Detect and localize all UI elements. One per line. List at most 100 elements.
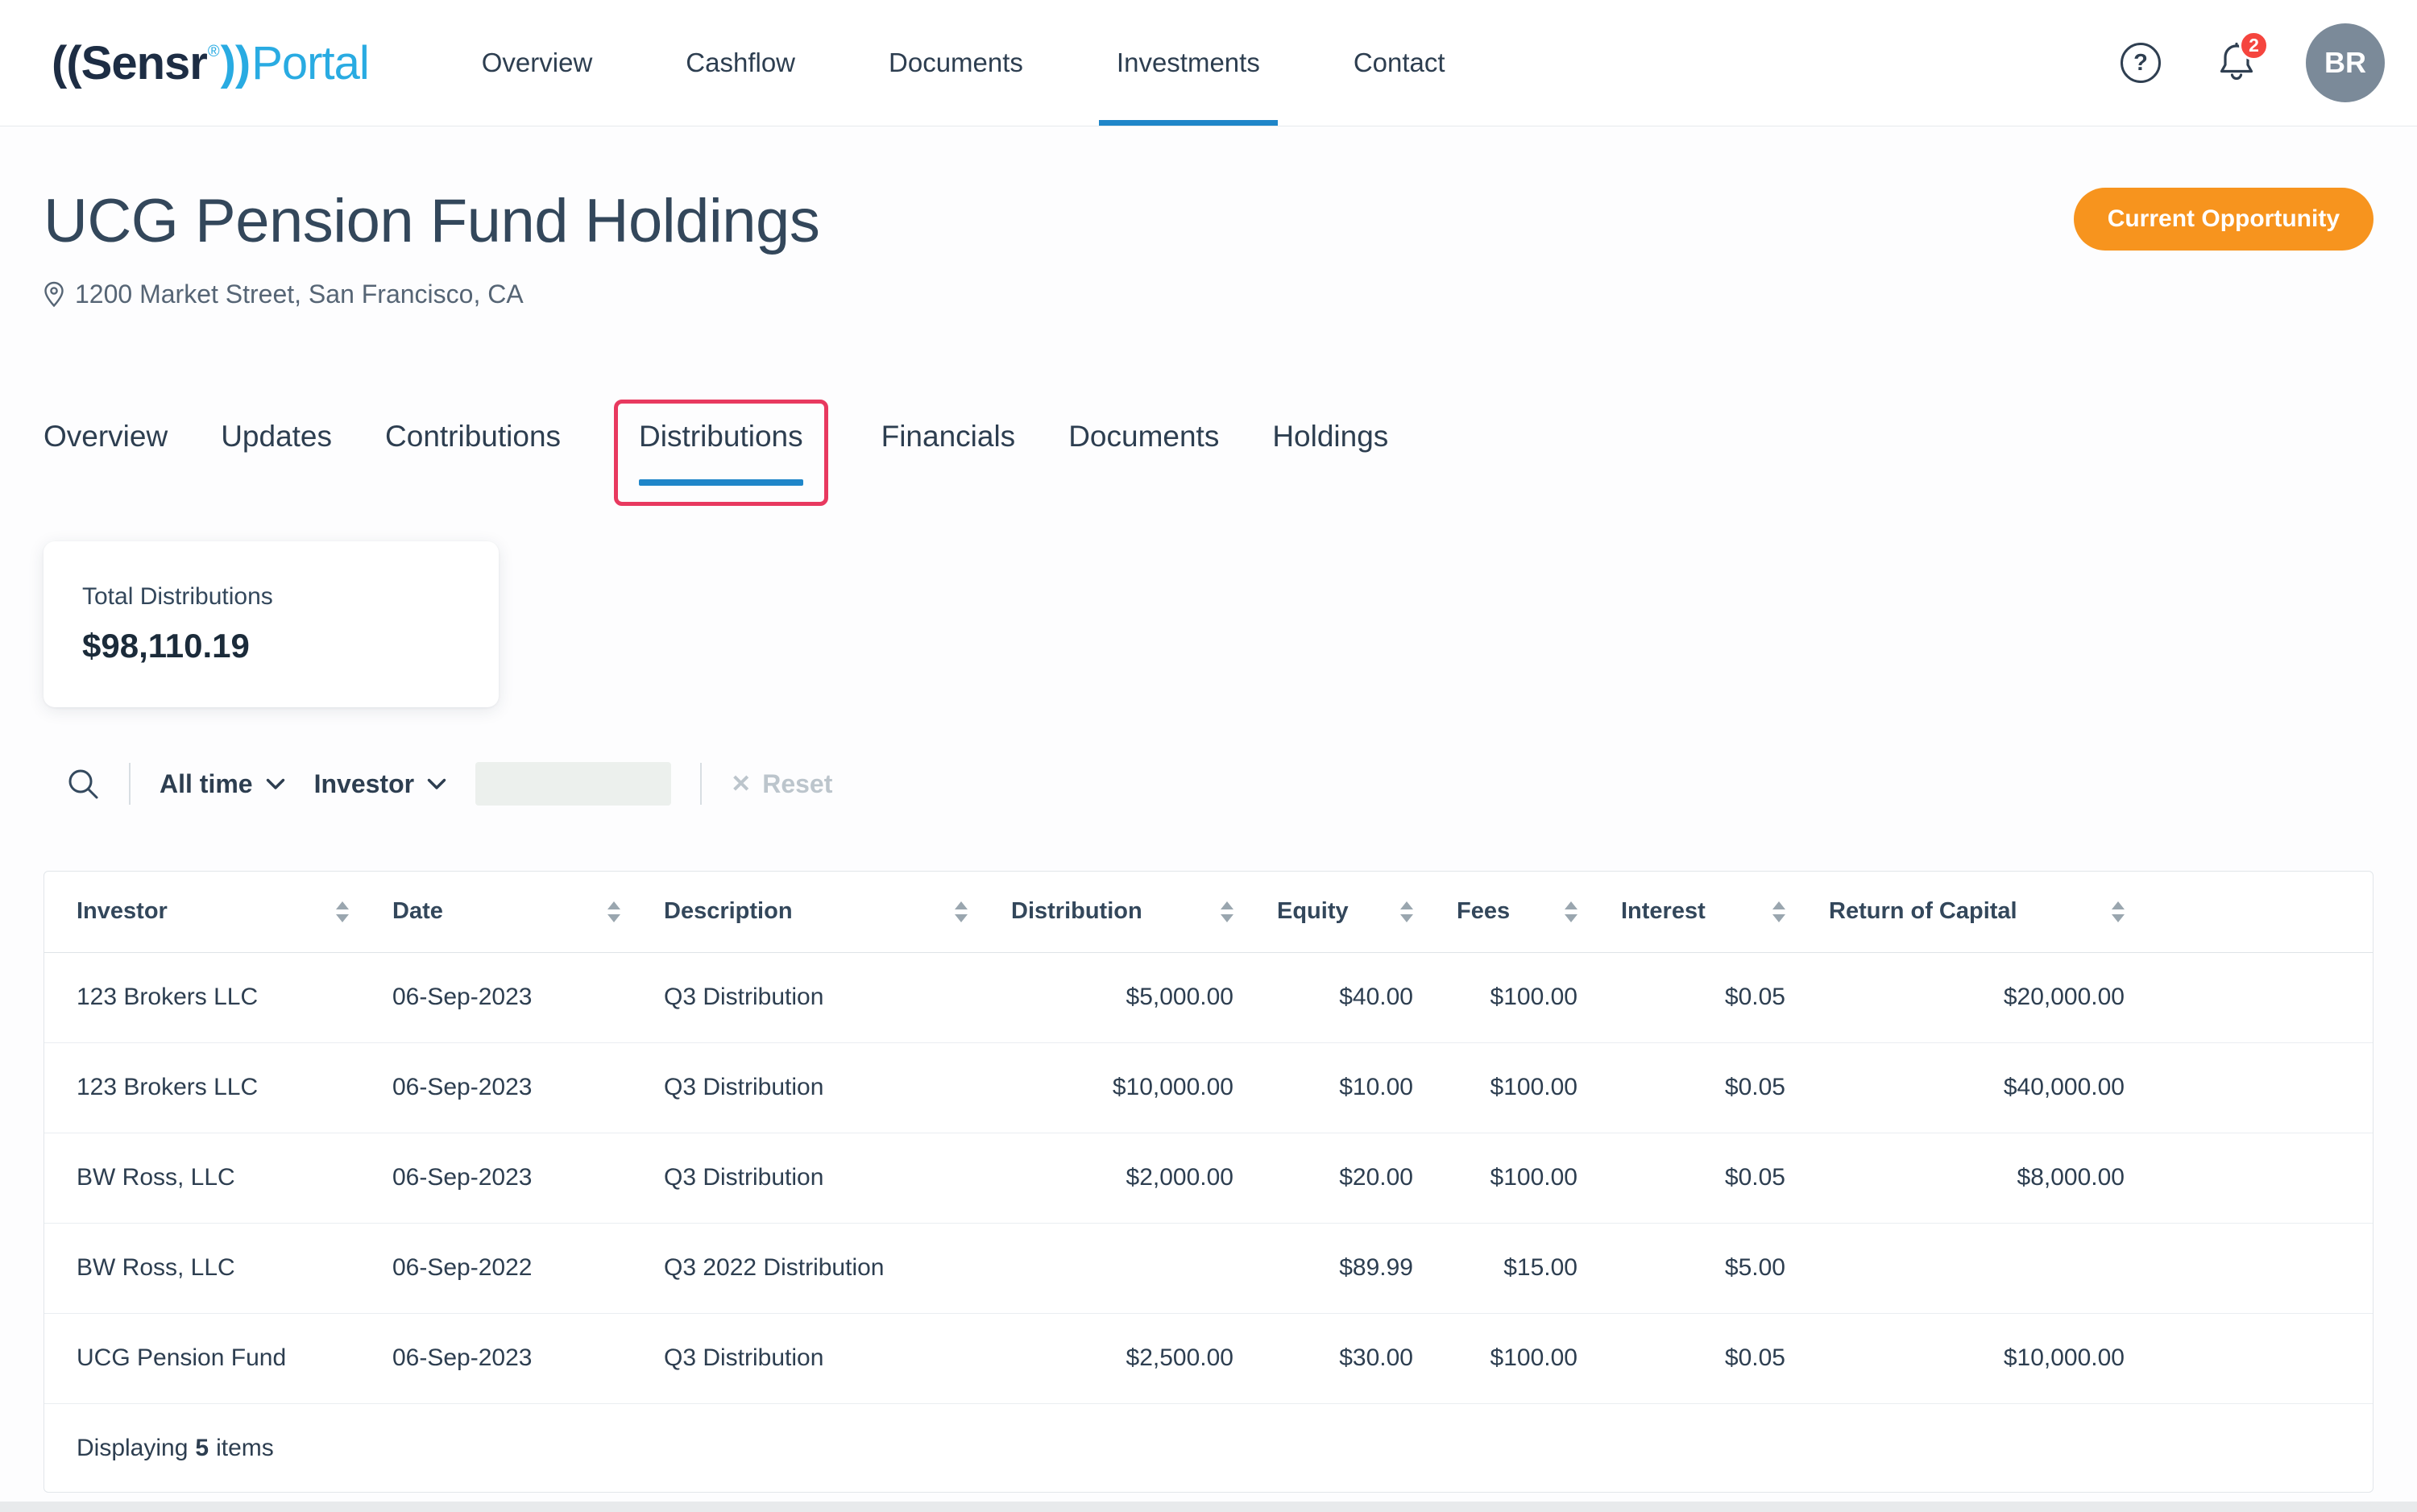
notification-badge: 2 — [2239, 31, 2269, 60]
cell-distribution: $10,000.00 — [979, 1042, 1245, 1133]
tab-distributions[interactable]: Distributions — [639, 418, 803, 486]
cell-investor: UCG Pension Fund — [44, 1313, 360, 1403]
cell-return-of-capital: $10,000.00 — [1797, 1313, 2136, 1403]
table-row: UCG Pension Fund 06-Sep-2023 Q3 Distribu… — [44, 1313, 2373, 1403]
cell-spacer — [2136, 1223, 2373, 1313]
notifications-bell-icon[interactable]: 2 — [2217, 42, 2256, 84]
cell-spacer — [2136, 1313, 2373, 1403]
cell-fees: $100.00 — [1424, 1313, 1589, 1403]
tab-contributions[interactable]: Contributions — [385, 400, 561, 455]
column-header-return-of-capital[interactable]: Return of Capital — [1797, 872, 2136, 952]
magnifier-icon — [66, 767, 100, 801]
page: ((Sensr®))Portal Overview Cashflow Docum… — [0, 0, 2417, 1502]
logo[interactable]: ((Sensr®))Portal — [52, 0, 369, 126]
help-glyph: ? — [2133, 50, 2148, 77]
reset-label: Reset — [762, 769, 832, 799]
sort-icon — [2112, 901, 2125, 922]
cell-date: 06-Sep-2022 — [360, 1223, 632, 1313]
table-row: 123 Brokers LLC 06-Sep-2023 Q3 Distribut… — [44, 952, 2373, 1042]
tab-distributions-label: Distributions — [639, 420, 803, 453]
cell-interest: $0.05 — [1589, 1313, 1797, 1403]
cell-distribution: $2,000.00 — [979, 1133, 1245, 1223]
cell-interest: $5.00 — [1589, 1223, 1797, 1313]
chevron-down-icon — [266, 778, 285, 790]
cell-return-of-capital: $40,000.00 — [1797, 1042, 2136, 1133]
footer-count: 5 — [195, 1435, 209, 1462]
cell-interest: $0.05 — [1589, 1133, 1797, 1223]
column-header-distribution[interactable]: Distribution — [979, 872, 1245, 952]
footer-prefix: Displaying — [77, 1435, 188, 1462]
cell-equity: $10.00 — [1245, 1042, 1424, 1133]
title-row: UCG Pension Fund Holdings 1200 Market St… — [44, 181, 2373, 309]
section-tabs: Overview Updates Contributions Distribut… — [44, 400, 2373, 506]
cell-fees: $100.00 — [1424, 952, 1589, 1042]
top-bar: ((Sensr®))Portal Overview Cashflow Docum… — [0, 0, 2417, 126]
table-header-row: Investor Date Description Distribution E… — [44, 872, 2373, 952]
cell-return-of-capital: $8,000.00 — [1797, 1133, 2136, 1223]
current-opportunity-button[interactable]: Current Opportunity — [2074, 188, 2373, 251]
cell-spacer — [2136, 1042, 2373, 1133]
reset-filters-button[interactable]: ✕ Reset — [731, 769, 832, 799]
nav-item-documents[interactable]: Documents — [871, 0, 1041, 126]
column-header-date[interactable]: Date — [360, 872, 632, 952]
cell-date: 06-Sep-2023 — [360, 1042, 632, 1133]
cell-date: 06-Sep-2023 — [360, 952, 632, 1042]
cell-date: 06-Sep-2023 — [360, 1133, 632, 1223]
primary-nav: Overview Cashflow Documents Investments … — [464, 0, 1463, 126]
property-address: 1200 Market Street, San Francisco, CA — [75, 280, 524, 309]
cell-investor: BW Ross, LLC — [44, 1223, 360, 1313]
cell-description: Q3 Distribution — [632, 1313, 979, 1403]
filter-divider — [129, 763, 131, 805]
tab-overview[interactable]: Overview — [44, 400, 168, 455]
spacer-column — [2136, 872, 2373, 952]
chevron-down-icon — [427, 778, 446, 790]
main-content: UCG Pension Fund Holdings 1200 Market St… — [0, 181, 2417, 1493]
investor-filter-dropdown[interactable]: Investor — [314, 769, 446, 799]
table-row: BW Ross, LLC 06-Sep-2022 Q3 2022 Distrib… — [44, 1223, 2373, 1313]
logo-suffix: )) — [221, 36, 251, 90]
cell-interest: $0.05 — [1589, 952, 1797, 1042]
time-filter-label: All time — [160, 769, 253, 799]
tab-holdings[interactable]: Holdings — [1272, 400, 1388, 455]
active-tab-underline — [639, 479, 803, 486]
cell-investor: BW Ross, LLC — [44, 1133, 360, 1223]
tab-documents[interactable]: Documents — [1068, 400, 1219, 455]
sort-icon — [955, 901, 968, 922]
column-header-investor[interactable]: Investor — [44, 872, 360, 952]
distributions-table: Investor Date Description Distribution E… — [44, 871, 2373, 1493]
cell-spacer — [2136, 1133, 2373, 1223]
column-header-equity[interactable]: Equity — [1245, 872, 1424, 952]
cell-equity: $40.00 — [1245, 952, 1424, 1042]
sort-icon — [336, 901, 349, 922]
help-icon[interactable]: ? — [2121, 43, 2161, 83]
cell-date: 06-Sep-2023 — [360, 1313, 632, 1403]
nav-item-overview[interactable]: Overview — [464, 0, 611, 126]
nav-item-investments[interactable]: Investments — [1099, 0, 1278, 126]
tab-financials[interactable]: Financials — [881, 400, 1016, 455]
footer-suffix: items — [216, 1435, 274, 1462]
top-bar-right: ? 2 BR — [2121, 0, 2385, 126]
cell-description: Q3 Distribution — [632, 1133, 979, 1223]
cell-return-of-capital — [1797, 1223, 2136, 1313]
nav-item-contact[interactable]: Contact — [1336, 0, 1463, 126]
summary-card-label: Total Distributions — [82, 582, 460, 612]
filter-divider — [700, 763, 702, 805]
annotation-highlight-box: Distributions — [614, 400, 828, 506]
cell-description: Q3 Distribution — [632, 952, 979, 1042]
total-distributions-card: Total Distributions $98,110.19 — [44, 541, 499, 707]
sort-icon — [1772, 901, 1785, 922]
column-header-description[interactable]: Description — [632, 872, 979, 952]
time-filter-dropdown[interactable]: All time — [160, 769, 285, 799]
cell-investor: 123 Brokers LLC — [44, 952, 360, 1042]
location-pin-icon — [44, 281, 64, 308]
tab-updates[interactable]: Updates — [221, 400, 332, 455]
cell-distribution: $5,000.00 — [979, 952, 1245, 1042]
column-header-fees[interactable]: Fees — [1424, 872, 1589, 952]
nav-item-cashflow[interactable]: Cashflow — [668, 0, 813, 126]
table-footer: Displaying 5 items — [44, 1403, 2373, 1492]
investor-filter-value-box[interactable] — [475, 762, 671, 806]
page-title: UCG Pension Fund Holdings — [44, 181, 819, 262]
avatar[interactable]: BR — [2306, 23, 2385, 102]
column-header-interest[interactable]: Interest — [1589, 872, 1797, 952]
search-icon[interactable] — [66, 767, 100, 801]
